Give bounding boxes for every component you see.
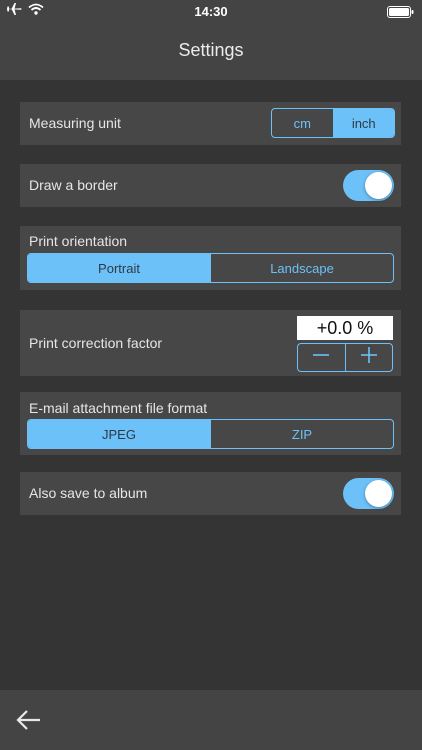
email-format-label: E-mail attachment file format (29, 400, 208, 416)
decrement-button[interactable] (298, 344, 345, 371)
orientation-option-portrait[interactable]: Portrait (28, 254, 210, 282)
status-time: 14:30 (194, 4, 228, 19)
save-to-album-toggle[interactable] (343, 478, 394, 509)
print-orientation-label: Print orientation (29, 233, 128, 249)
draw-border-label: Draw a border (29, 177, 118, 193)
correction-stepper (297, 343, 393, 372)
format-option-zip[interactable]: ZIP (210, 420, 393, 448)
navigation-bar: Settings (0, 22, 422, 80)
toggle-knob (365, 172, 392, 199)
minus-icon (312, 346, 330, 369)
measuring-unit-label: Measuring unit (29, 115, 121, 131)
unit-option-inch[interactable]: inch (332, 109, 394, 137)
page-title: Settings (178, 40, 244, 60)
increment-button[interactable] (344, 344, 393, 371)
email-format-segmented-control: JPEG ZIP (27, 419, 394, 449)
draw-border-row: Draw a border (20, 164, 401, 207)
email-format-row: E-mail attachment file format JPEG ZIP (20, 392, 401, 455)
draw-border-toggle[interactable] (343, 170, 394, 201)
orientation-option-landscape[interactable]: Landscape (210, 254, 393, 282)
toggle-knob (365, 480, 392, 507)
measuring-unit-segmented-control: cm inch (271, 108, 395, 138)
save-to-album-row: Also save to album (20, 472, 401, 515)
correction-value-display: +0.0 % (297, 316, 393, 340)
bottom-toolbar (0, 690, 422, 750)
back-arrow-icon (14, 710, 44, 737)
print-orientation-segmented-control: Portrait Landscape (27, 253, 394, 283)
unit-option-cm[interactable]: cm (272, 109, 333, 137)
print-correction-label: Print correction factor (29, 335, 163, 351)
measuring-unit-row: Measuring unit cm inch (20, 102, 401, 145)
format-option-jpeg[interactable]: JPEG (28, 420, 210, 448)
status-bar: 14:30 (0, 0, 422, 22)
battery-icon (387, 5, 414, 23)
plus-icon (360, 346, 378, 369)
print-correction-row: Print correction factor +0.0 % (20, 310, 401, 376)
print-orientation-row: Print orientation Portrait Landscape (20, 226, 401, 290)
save-to-album-label: Also save to album (29, 485, 148, 501)
back-button[interactable] (14, 707, 44, 733)
